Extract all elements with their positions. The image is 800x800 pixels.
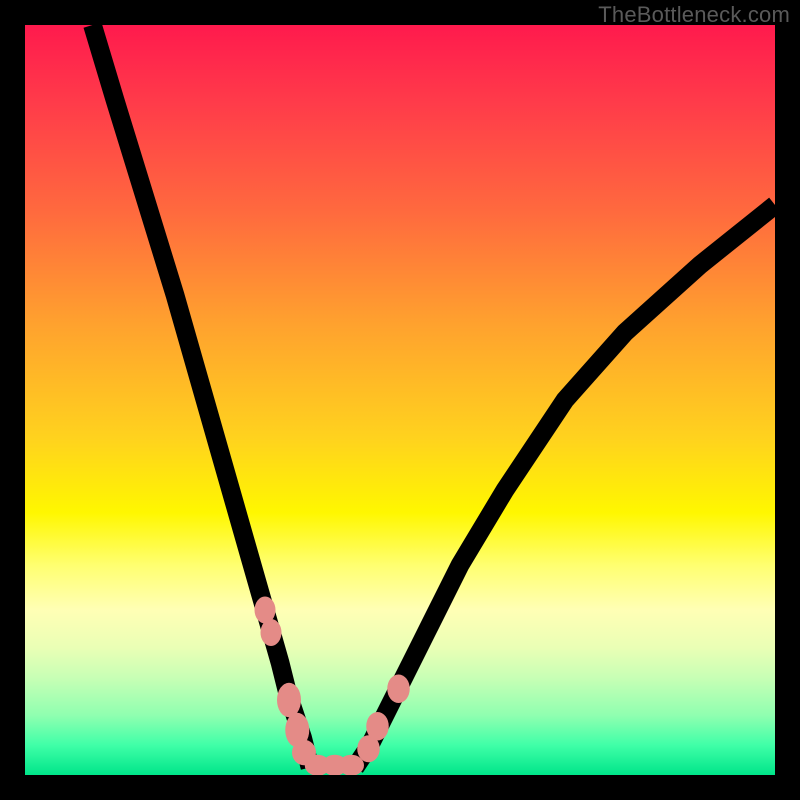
left-mark-3 — [277, 683, 301, 717]
bottleneck-curve-right — [355, 205, 775, 768]
bottleneck-curve-left — [93, 25, 311, 768]
left-mark-2 — [261, 619, 282, 646]
watermark-text: TheBottleneck.com — [598, 2, 790, 28]
right-mark-3 — [387, 675, 410, 704]
right-mark-2 — [366, 712, 389, 741]
plot-area — [25, 25, 775, 775]
chart-frame: TheBottleneck.com — [0, 0, 800, 800]
curves-svg — [25, 25, 775, 775]
